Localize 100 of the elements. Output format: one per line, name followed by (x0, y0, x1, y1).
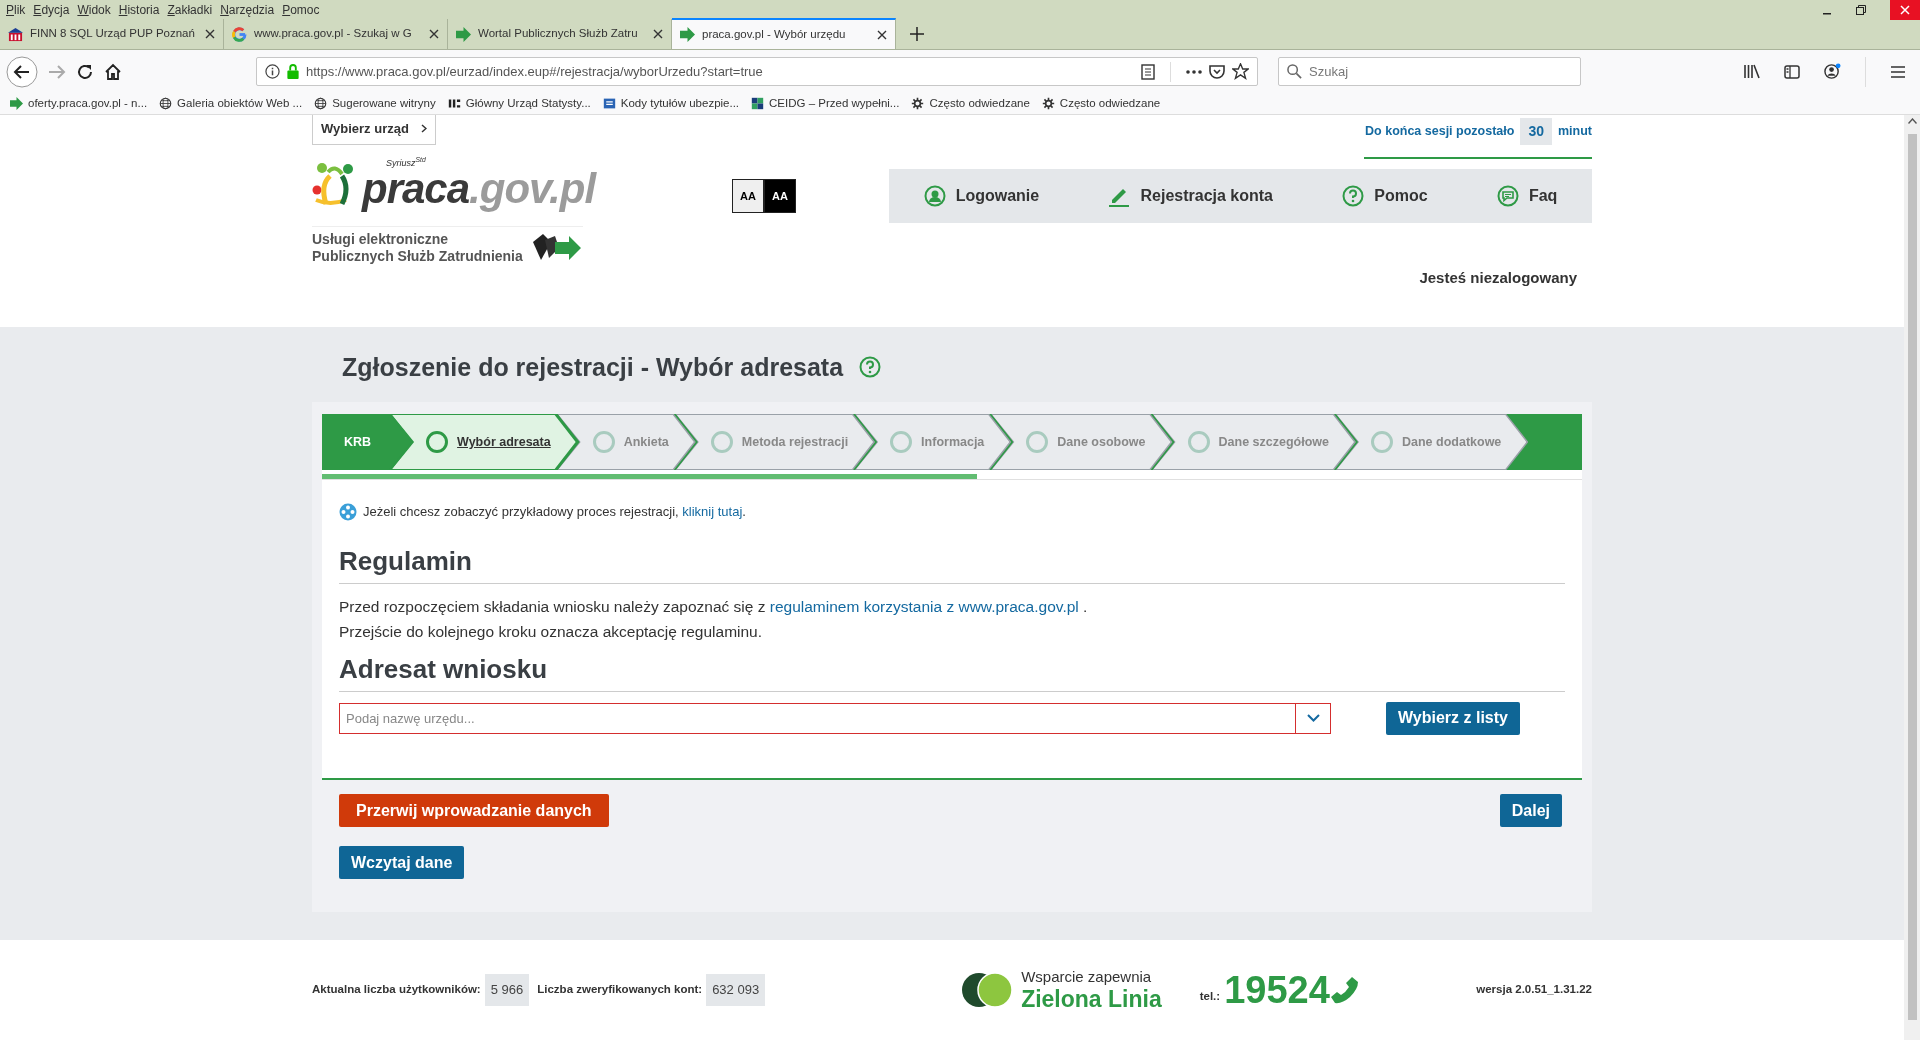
bookmark-link[interactable]: Główny Urząd Statysty... (465, 94, 591, 113)
close-icon[interactable] (877, 29, 887, 40)
star-icon[interactable] (1232, 63, 1249, 80)
menu-item[interactable]: Historia (116, 1, 166, 19)
account-icon[interactable] (1824, 63, 1841, 80)
restore-icon[interactable] (1856, 5, 1866, 15)
office-name-field[interactable]: Podaj nazwę urzędu... (339, 702, 1295, 734)
help-icon[interactable] (859, 356, 882, 378)
browser-tab[interactable]: FINN 8 SQL Urząd PUP Poznań (0, 19, 224, 49)
lock-icon[interactable] (287, 64, 299, 79)
step-label: Dane szczegółowe (1218, 433, 1329, 451)
close-icon[interactable] (205, 29, 215, 39)
session-label: Do końca sesji pozostało (1365, 123, 1515, 141)
rules-link[interactable]: regulaminem korzystania z www.praca.gov.pl (769, 597, 1079, 615)
browser-tab[interactable]: praca.gov.pl - Wybór urzędu (672, 18, 896, 49)
step-label: Wybór adresata (457, 433, 551, 451)
circle-icon (710, 431, 733, 453)
scrollbar[interactable] (1904, 115, 1920, 1040)
document-logo-icon (602, 97, 616, 110)
bookmark-link[interactable]: Często odwiedzane (1059, 94, 1161, 113)
reader-icon[interactable] (1141, 63, 1155, 80)
high-contrast-button[interactable]: AA (764, 179, 796, 213)
step-label: Dane osobowe (1057, 433, 1146, 451)
pocket-icon[interactable] (1209, 63, 1225, 80)
bookmark-link[interactable]: CEIDG – Przed wypełni... (769, 94, 900, 113)
globe-icon (314, 97, 328, 110)
office-select-button[interactable]: Wybierz urząd (312, 115, 436, 145)
chevron-down-icon (1306, 714, 1320, 723)
bookmark-link[interactable]: Często odwiedzane (929, 94, 1030, 113)
tab-title: praca.gov.pl - Wybór urzędu (702, 26, 847, 42)
tagline-text: Usługi elektroniczne (312, 230, 450, 248)
menu-item[interactable]: Zakładki (165, 1, 219, 19)
bars-logo-icon (447, 97, 461, 110)
dropdown-button[interactable] (1295, 702, 1331, 734)
plus-icon[interactable] (910, 27, 924, 41)
step-label: KRB (344, 433, 372, 451)
bookmark-link[interactable]: Kody tytułów ubezpie... (620, 94, 740, 113)
nav-link[interactable]: Faq (1496, 184, 1558, 208)
cancel-button[interactable]: Przerwij wprowadzanie danych (339, 794, 609, 827)
close-icon[interactable] (429, 29, 439, 39)
user-icon (923, 185, 946, 207)
nav-link[interactable]: Pomoc (1342, 184, 1428, 208)
address-bar[interactable]: https://www.praca.gov.pl/eurzad/index.eup#/rejestracja/wyborUrzedu?start=true (256, 57, 1258, 86)
circle-icon (1371, 431, 1393, 453)
pick-from-list-button[interactable]: Wybierz z listy (1386, 701, 1520, 735)
building-icon (8, 26, 23, 42)
step-label: Ankieta (623, 433, 669, 451)
chevron-right-icon (420, 124, 427, 134)
session-minutes: 30 (1520, 118, 1552, 145)
step-label: Informacja (921, 433, 985, 451)
ring-logo-icon (232, 26, 247, 42)
close-icon[interactable] (653, 29, 663, 39)
nav-link[interactable]: Logowanie (923, 184, 1040, 208)
bookmark-link[interactable]: Galeria obiektów Web ... (177, 94, 303, 113)
browser-tab[interactable]: www.praca.gov.pl - Szukaj w G (224, 19, 448, 49)
search-field[interactable]: Szukaj (1309, 61, 1572, 82)
menu-icon[interactable] (1890, 64, 1906, 79)
circles-logo-icon (961, 972, 1014, 1008)
circle-icon (890, 431, 913, 453)
login-status: Jesteś niezalogowany (1419, 268, 1578, 288)
menu-item[interactable]: Narzędzia (218, 1, 281, 19)
arrow-icon (10, 97, 23, 110)
home-icon[interactable] (104, 62, 122, 81)
more-icon[interactable] (1186, 69, 1202, 74)
circle-icon (1187, 431, 1210, 453)
rules-text: Przejście do kolejnego kroku oznacza akceptację regulaminu. (339, 621, 764, 642)
menu-item[interactable]: Plik (4, 1, 32, 19)
bookmark-link[interactable]: oferty.praca.gov.pl - n... (28, 94, 148, 113)
tab-title: FINN 8 SQL Urząd PUP Poznań (30, 26, 196, 42)
menu-item[interactable]: Widok (75, 1, 117, 19)
close-button[interactable] (1890, 0, 1920, 20)
help-icon (1342, 185, 1365, 207)
circle-icon (592, 431, 615, 453)
menu-item[interactable]: Pomoc (280, 1, 326, 19)
next-button[interactable]: Dalej (1499, 794, 1562, 827)
circle-icon (426, 431, 449, 453)
menu-item[interactable]: Edycja (31, 1, 76, 19)
normal-contrast-button[interactable]: AA (732, 179, 764, 213)
sidebar-icon[interactable] (1784, 64, 1800, 79)
search-icon (1287, 64, 1302, 79)
arrow-icon (680, 27, 695, 42)
version-text: wersja 2.0.51_1.31.22 (1476, 982, 1592, 998)
verified-count: 632 093 (706, 974, 766, 1006)
circle-icon (1026, 431, 1049, 453)
library-icon[interactable] (1744, 64, 1760, 79)
nav-link[interactable]: Rejestracja konta (1108, 184, 1273, 208)
gear-icon (1041, 97, 1055, 110)
gear-icon (911, 97, 925, 110)
load-data-button[interactable]: Wczytaj dane (339, 846, 465, 879)
arrow-icon (456, 26, 471, 42)
search-bar[interactable]: Szukaj (1278, 57, 1581, 86)
reload-icon[interactable] (76, 62, 94, 81)
step-label: Metoda rejestracji (741, 433, 849, 451)
back-icon[interactable] (6, 55, 38, 88)
info-text: Jeżeli chcesz zobaczyć przykładowy proces rejestracji, kliknij tutaj. (363, 503, 746, 521)
url-field[interactable]: https://www.praca.gov.pl/eurzad/index.eup#/rejestracja/wyborUrzedu?start=true (306, 61, 1134, 82)
info-icon[interactable] (265, 64, 280, 79)
tab-title: www.praca.gov.pl - Szukaj w G (254, 26, 413, 42)
bookmark-link[interactable]: Sugerowane witryny (332, 94, 436, 113)
squares-logo-icon (751, 97, 765, 110)
